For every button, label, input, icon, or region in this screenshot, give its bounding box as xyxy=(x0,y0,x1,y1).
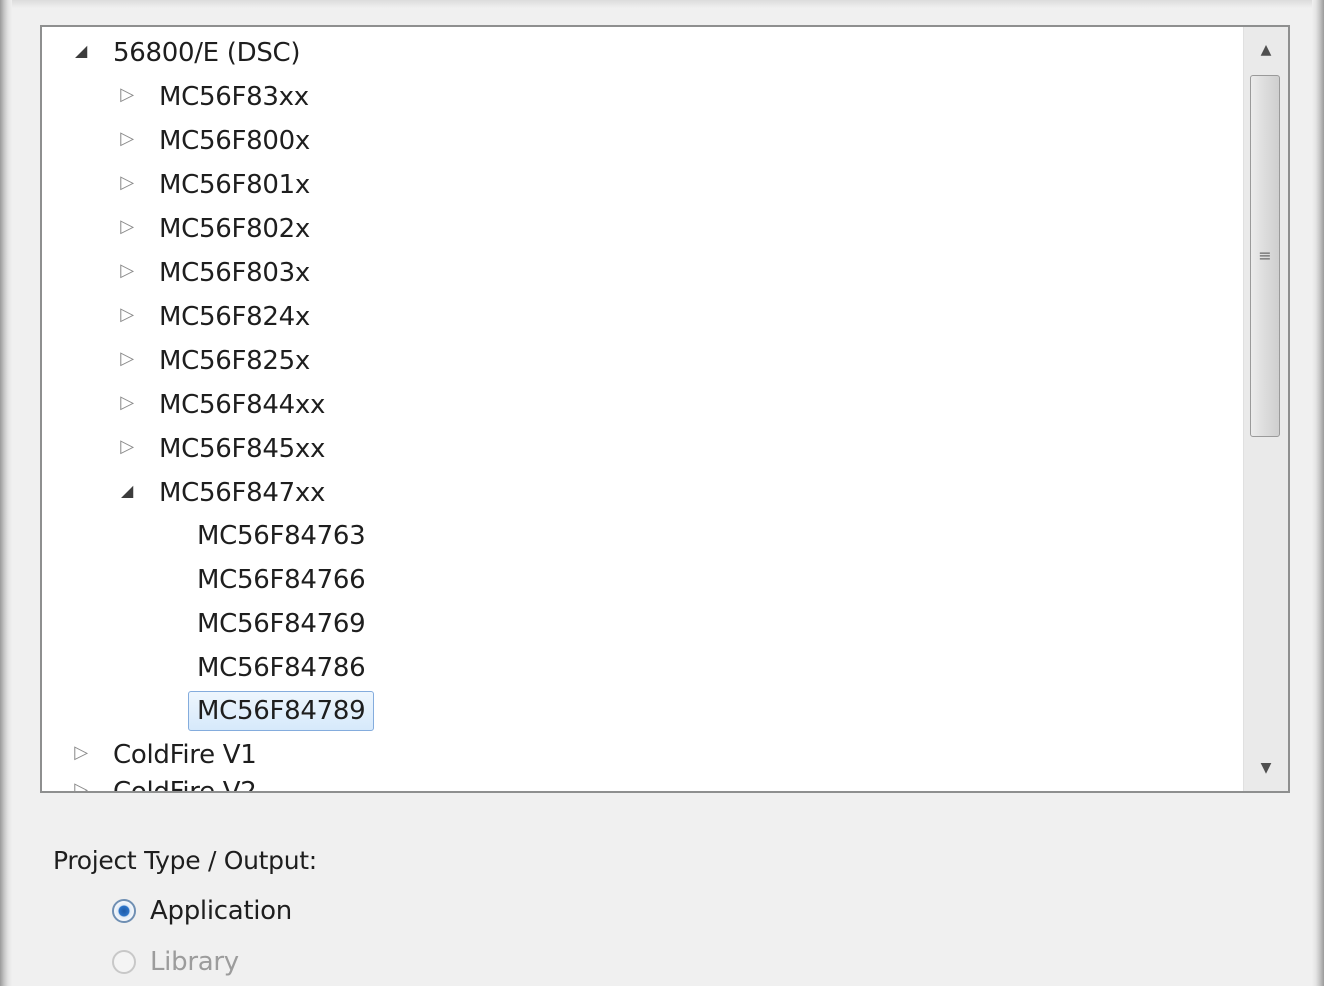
tree-item-mc56f84786[interactable]: MC56F84786 xyxy=(188,645,374,689)
application-radio-label[interactable]: Application xyxy=(150,891,292,931)
tree-item-label: MC56F800x xyxy=(159,125,310,156)
expanded-triangle-icon[interactable]: ◢ xyxy=(104,469,150,513)
collapsed-triangle-icon[interactable]: ▷ xyxy=(104,381,150,425)
tree-item-label: MC56F84763 xyxy=(197,520,366,551)
tree-item-mc56f844xx[interactable]: ▷ MC56F844xx xyxy=(104,382,334,426)
application-radio-button[interactable] xyxy=(112,899,136,923)
tree-item-mc56f801x[interactable]: ▷ MC56F801x xyxy=(104,162,319,206)
tree-item-label: MC56F84766 xyxy=(197,564,366,595)
tree-item-coldfire-v2[interactable]: ▷ColdFire V2 xyxy=(58,768,265,792)
library-radio-button xyxy=(112,950,136,974)
library-radio-label: Library xyxy=(150,947,239,977)
tree-item-label: MC56F824x xyxy=(159,301,310,332)
tree-item-label: MC56F803x xyxy=(159,257,310,288)
tree-item-label: MC56F845xx xyxy=(159,433,326,464)
tree-item-mc56f84766[interactable]: MC56F84766 xyxy=(188,557,374,601)
collapsed-triangle-icon[interactable]: ▷ xyxy=(104,161,150,205)
collapsed-triangle-icon[interactable]: ▷ xyxy=(104,337,150,381)
tree-item-mc56f824x[interactable]: ▷ MC56F824x xyxy=(104,294,319,338)
tree-item-label: MC56F83xx xyxy=(159,81,309,112)
expanded-triangle-icon[interactable]: ◢ xyxy=(58,29,104,73)
collapsed-triangle-icon[interactable]: ▷ xyxy=(104,205,150,249)
tree-item-mc56f800x[interactable]: ▷ MC56F800x xyxy=(104,118,319,162)
grip-lines-icon: ≡ xyxy=(1258,246,1272,265)
library-radio-option: Library xyxy=(112,942,239,982)
tree-item-mc56f845xx[interactable]: ▷ MC56F845xx xyxy=(104,426,334,470)
tree-item-label: MC56F84786 xyxy=(197,652,366,683)
dialog-frame-right xyxy=(1312,0,1324,986)
scroll-up-arrow-icon[interactable]: ▲ xyxy=(1244,27,1288,73)
tree-item-mc56f803x[interactable]: ▷ MC56F803x xyxy=(104,250,319,294)
collapsed-triangle-icon[interactable]: ▷ xyxy=(58,768,104,792)
collapsed-triangle-icon[interactable]: ▷ xyxy=(104,73,150,117)
tree-item-mc56f84769[interactable]: MC56F84769 xyxy=(188,601,374,645)
tree-item-mc56f83xx[interactable]: ▷ MC56F83xx xyxy=(104,74,318,118)
tree-item-mc56f802x[interactable]: ▷ MC56F802x xyxy=(104,206,319,250)
collapsed-triangle-icon[interactable]: ▷ xyxy=(104,117,150,161)
tree-item-label: MC56F84769 xyxy=(197,608,366,639)
collapsed-triangle-icon[interactable]: ▷ xyxy=(104,249,150,293)
tree-item-label: MC56F801x xyxy=(159,169,310,200)
tree-item-label: 56800/E (DSC) xyxy=(113,37,301,68)
tree-item-mc56f84763[interactable]: MC56F84763 xyxy=(188,513,374,557)
collapsed-triangle-icon[interactable]: ▷ xyxy=(104,425,150,469)
dialog-frame-top xyxy=(12,0,1312,8)
tree-vertical-scrollbar[interactable]: ▲ ≡ ▼ xyxy=(1243,27,1288,791)
tree-items-container: ◢ 56800/E (DSC) ▷ MC56F83xx ▷ MC56F800x ▷ MC… xyxy=(42,27,1244,791)
project-type-label: Project Type / Output: xyxy=(53,846,317,875)
application-radio-option[interactable]: Application xyxy=(112,891,292,931)
scroll-thumb[interactable]: ≡ xyxy=(1250,75,1280,437)
tree-item-label: MC56F847xx xyxy=(159,477,326,508)
tree-item-mc56f847xx[interactable]: ◢ MC56F847xx xyxy=(104,470,334,514)
dialog-frame-left xyxy=(0,0,12,986)
tree-item-mc56f84789-selected[interactable]: MC56F84789 xyxy=(188,688,375,732)
tree-item-label: MC56F84789 xyxy=(188,690,375,731)
tree-item-mc56f825x[interactable]: ▷ MC56F825x xyxy=(104,338,319,382)
tree-item-56800e-dsc[interactable]: ◢ 56800/E (DSC) xyxy=(58,30,309,74)
tree-item-label: ColdFire V2 xyxy=(104,772,265,792)
scroll-down-arrow-icon[interactable]: ▼ xyxy=(1244,745,1288,791)
tree-item-label: MC56F825x xyxy=(159,345,310,376)
tree-item-label: MC56F802x xyxy=(159,213,310,244)
collapsed-triangle-icon[interactable]: ▷ xyxy=(104,293,150,337)
tree-item-label: MC56F844xx xyxy=(159,389,326,420)
device-tree-view[interactable]: ◢ 56800/E (DSC) ▷ MC56F83xx ▷ MC56F800x ▷ MC… xyxy=(40,25,1290,793)
